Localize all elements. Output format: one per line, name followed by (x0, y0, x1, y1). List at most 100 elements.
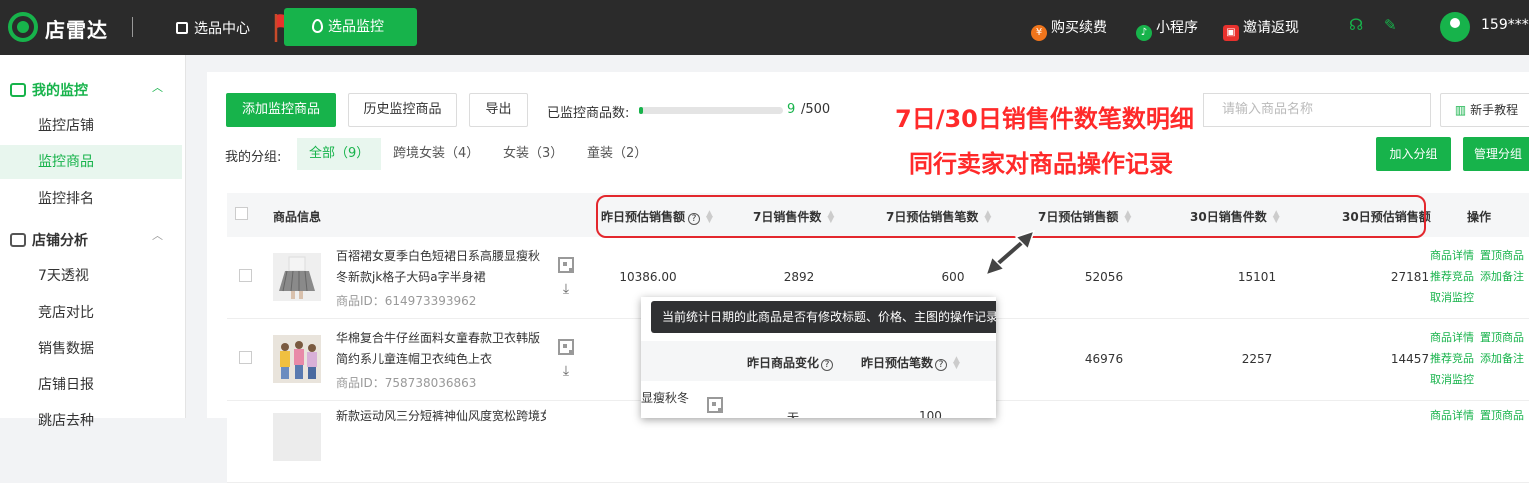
search-input[interactable]: 请输入商品名称 (1203, 93, 1431, 127)
double-arrow-icon (984, 229, 1036, 277)
tooltip: 当前统计日期的此商品是否有修改标题、价格、主图的操作记录 (651, 301, 996, 333)
monitor-count-total: /500 (801, 102, 831, 117)
monitor-icon (10, 83, 26, 97)
chevron-up-icon[interactable]: ︿ (152, 79, 163, 95)
popup-header: 昨日商品变化? 昨日预估笔数? ▲ ▼ (641, 341, 996, 381)
popup-row: 显瘦秋冬 无 100 (641, 381, 996, 418)
op-note-link[interactable]: 添加备注 (1480, 352, 1524, 365)
product-image[interactable] (273, 253, 321, 301)
op-cancel-link[interactable]: 取消监控 (1430, 291, 1474, 304)
cell-sales-30d: 2257 (1241, 352, 1273, 366)
header-change[interactable]: 昨日商品变化? (747, 354, 834, 371)
store-analysis-icon (10, 233, 26, 247)
mini-program-link[interactable]: ♪ 小程序 (1136, 17, 1198, 41)
product-title[interactable]: 华棉复合牛仔丝面料女童春款卫衣韩版简约系儿童连帽卫衣纯色上衣 (336, 328, 546, 370)
op-detail-link[interactable]: 商品详情 (1430, 409, 1474, 422)
row-checkbox[interactable] (239, 269, 252, 282)
qrcode-icon[interactable] (558, 257, 574, 273)
sidebar-item-sales-data[interactable]: 销售数据 (0, 332, 182, 366)
avatar[interactable] (1440, 12, 1470, 42)
header-info: 商品信息 (273, 210, 322, 224)
op-detail-link[interactable]: 商品详情 (1430, 331, 1474, 344)
group-chip-kids[interactable]: 童装（2） (575, 138, 659, 170)
select-all-checkbox[interactable] (235, 207, 248, 220)
nav-product-center[interactable]: 选品中心 (176, 18, 250, 38)
popup-change-value: 无 (787, 411, 800, 418)
nav-monitor-tab[interactable]: 选品监控 (284, 8, 417, 46)
help-icon: ? (935, 359, 948, 371)
tutorial-button[interactable]: ▥ 新手教程 (1440, 93, 1529, 127)
edit-icon[interactable]: ✎ (1384, 16, 1397, 34)
mini-program-icon: ♪ (1136, 25, 1152, 41)
book-icon: ▥ (1454, 103, 1467, 117)
buy-renew-link[interactable]: ¥ 购买续费 (1031, 17, 1107, 41)
gift-icon: ▣ (1223, 25, 1239, 41)
product-id: 商品ID：614973393962 (336, 294, 477, 308)
username[interactable]: 159**** (1481, 17, 1529, 33)
op-cancel-link[interactable]: 取消监控 (1430, 373, 1474, 386)
group-chip-all[interactable]: 全部（9） (297, 138, 382, 170)
op-pin-link[interactable]: 置顶商品 (1480, 249, 1524, 262)
row-ops: 商品详情 置顶商品 推荐竞品 添加备注 取消监控 (1430, 245, 1529, 308)
product-id: 商品ID：758738036863 (336, 376, 477, 390)
brand-name[interactable]: 店雷达 (45, 14, 108, 43)
sidebar-group-my-monitor[interactable]: 我的监控 (10, 80, 88, 100)
help-icon: ? (821, 359, 834, 371)
sidebar-item-compare[interactable]: 竞店对比 (0, 296, 182, 330)
row-ops: 商品详情 置顶商品 推荐竞品 添加备注 取消监控 (1430, 327, 1529, 390)
group-label: 我的分组: (225, 150, 282, 165)
sidebar-item-daily-report[interactable]: 店铺日报 (0, 368, 182, 402)
cell-sales-30d: 15101 (1237, 270, 1277, 284)
sidebar-item-more[interactable]: 跳店去种 (0, 404, 182, 438)
sort-icon[interactable]: ▲ ▼ (953, 356, 961, 371)
download-icon[interactable]: ⤓ (558, 363, 574, 379)
product-image[interactable] (273, 413, 321, 461)
qrcode-icon[interactable] (558, 339, 574, 355)
product-title[interactable]: 新款运动风三分短裤神仙风度宽松跨境女 (336, 406, 546, 427)
add-monitor-button[interactable]: 添加监控商品 (226, 93, 336, 127)
product-image[interactable] (273, 335, 321, 383)
cell-amount-7d: 52056 (1084, 270, 1124, 284)
op-detail-link[interactable]: 商品详情 (1430, 249, 1474, 262)
divider (132, 17, 133, 37)
history-button[interactable]: 历史监控商品 (348, 93, 457, 127)
op-recommend-link[interactable]: 推荐竞品 (1430, 270, 1474, 283)
sidebar-item-monitor-product[interactable]: 监控商品 (0, 145, 182, 179)
group-chip-cross-border[interactable]: 跨境女装（4） (381, 138, 491, 170)
invite-rebate-link[interactable]: ▣ 邀请返现 (1223, 17, 1299, 41)
op-pin-link[interactable]: 置顶商品 (1480, 409, 1524, 422)
monitor-count-value: 9 (787, 102, 796, 117)
store-icon (176, 22, 188, 34)
op-recommend-link[interactable]: 推荐竞品 (1430, 352, 1474, 365)
op-pin-link[interactable]: 置顶商品 (1480, 331, 1524, 344)
sidebar-item-monitor-rank[interactable]: 监控排名 (0, 182, 182, 216)
logo-icon[interactable] (8, 12, 38, 42)
cell-sales-7d: 2892 (783, 270, 815, 284)
manage-group-button[interactable]: 管理分组 (1463, 137, 1529, 171)
sidebar-item-7day[interactable]: 7天透视 (0, 259, 182, 293)
chevron-up-icon[interactable]: ︿ (152, 227, 163, 243)
cell-yesterday-amount: 10386.00 (619, 270, 677, 284)
headset-icon[interactable]: ☊ (1349, 15, 1363, 34)
op-note-link[interactable]: 添加备注 (1480, 270, 1524, 283)
cell-amount-7d: 46976 (1084, 352, 1124, 366)
monitor-count-label: 已监控商品数: (547, 106, 630, 121)
monitor-progress-bar (639, 107, 783, 114)
sidebar: 我的监控 ︿ 监控店铺 监控商品 监控排名 店铺分析 ︿ 7天透视 竞店对比 销… (0, 55, 186, 429)
progress-fill (639, 107, 644, 114)
sidebar-item-monitor-store[interactable]: 监控店铺 (0, 109, 182, 143)
top-bar: 店雷达 选品中心 选品监控 ¥ 购买续费 ♪ 小程序 ▣ 邀请返现 ☊ ✎ 159**… (0, 0, 1529, 55)
annotation-line-1: 7日/30日销售件数笔数明细 (895, 105, 1194, 133)
product-title[interactable]: 百褶裙女夏季白色短裙日系高腰显瘦秋冬新款jk格子大码a字半身裙 (336, 246, 546, 288)
header-yesterday-orders[interactable]: 昨日预估笔数? ▲ ▼ (861, 354, 961, 371)
row-checkbox[interactable] (239, 351, 252, 364)
add-group-button[interactable]: 加入分组 (1376, 137, 1451, 171)
group-chip-women[interactable]: 女装（3） (491, 138, 575, 170)
qrcode-icon[interactable] (707, 397, 723, 413)
header-ops: 操作 (1467, 210, 1492, 224)
download-icon[interactable]: ⤓ (558, 281, 574, 297)
record-popup: 当前统计日期的此商品是否有修改标题、价格、主图的操作记录 昨日商品变化? 昨日预… (641, 297, 996, 418)
annotation-line-2: 同行卖家对商品操作记录 (909, 150, 1173, 178)
sidebar-group-store-analysis[interactable]: 店铺分析 (10, 230, 88, 250)
export-button[interactable]: 导出 (469, 93, 528, 127)
